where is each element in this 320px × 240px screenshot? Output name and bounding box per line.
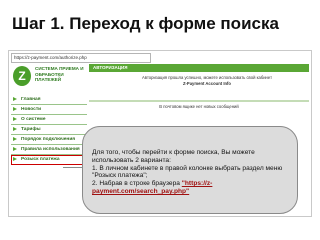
- sidebar-item-label: Главная: [21, 97, 41, 102]
- callout-option-2: 2. Набрав в строке браузера "https://z-p…: [92, 180, 289, 196]
- instruction-callout: Для того, чтобы перейти к форме поиска, …: [82, 126, 298, 214]
- sidebar-item-about[interactable]: О системе: [11, 115, 87, 125]
- sidebar-item-rules[interactable]: Правила использования: [11, 145, 87, 155]
- auth-header-label: АВТОРИЗАЦИЯ: [93, 65, 128, 70]
- sidebar-item-tariffs[interactable]: Тарифы: [11, 125, 87, 135]
- auth-panel: Авторизация прошла успешно, можете испол…: [109, 75, 305, 99]
- logo-icon: Z: [13, 66, 31, 86]
- arrow-icon: [13, 127, 17, 131]
- sidebar-nav: Главная Новости О системе Тарифы Порядок…: [11, 95, 87, 165]
- arrow-icon: [13, 157, 17, 161]
- sidebar-item-label: Правила использования: [21, 147, 80, 152]
- inbox-message: В почтовом ящике нет новых сообщений: [159, 104, 239, 109]
- sidebar-item-payment-search[interactable]: Розыск платежа: [11, 155, 87, 165]
- sidebar-item-label: Розыск платежа: [21, 157, 60, 162]
- callout-option-2-text: 2. Набрав в строке браузера: [92, 180, 182, 188]
- divider: [89, 100, 309, 102]
- slide-title: Шаг 1. Переход к форме поиска: [12, 14, 279, 33]
- arrow-icon: [13, 137, 17, 141]
- sidebar-item-main[interactable]: Главная: [11, 95, 87, 105]
- auth-brand: Z-Payment Account Info: [182, 81, 231, 86]
- arrow-icon: [13, 97, 17, 101]
- callout-option-1: 1. В личном кабинете в правой колонке вы…: [92, 164, 283, 180]
- sidebar-item-label: Тарифы: [21, 127, 41, 132]
- logo-text: СИСТЕМА ПРИЕМА И ОБРАБОТКИ ПЛАТЕЖЕЙ: [35, 66, 84, 83]
- callout-intro: Для того, чтобы перейти к форме поиска, …: [92, 149, 255, 164]
- address-bar[interactable]: https://z-payment.com/authorize.php: [11, 53, 151, 63]
- arrow-icon: [13, 147, 17, 151]
- sidebar-item-news[interactable]: Новости: [11, 105, 87, 115]
- site-logo[interactable]: Z СИСТЕМА ПРИЕМА И ОБРАБОТКИ ПЛАТЕЖЕЙ: [11, 64, 87, 90]
- sidebar-item-connection[interactable]: Порядок подключения: [11, 135, 87, 145]
- sidebar-item-label: Новости: [21, 107, 42, 112]
- sidebar-item-label: О системе: [21, 117, 46, 122]
- arrow-icon: [13, 117, 17, 121]
- arrow-icon: [13, 107, 17, 111]
- auth-header-bar: АВТОРИЗАЦИЯ: [89, 64, 309, 72]
- sidebar-item-label: Порядок подключения: [21, 137, 76, 142]
